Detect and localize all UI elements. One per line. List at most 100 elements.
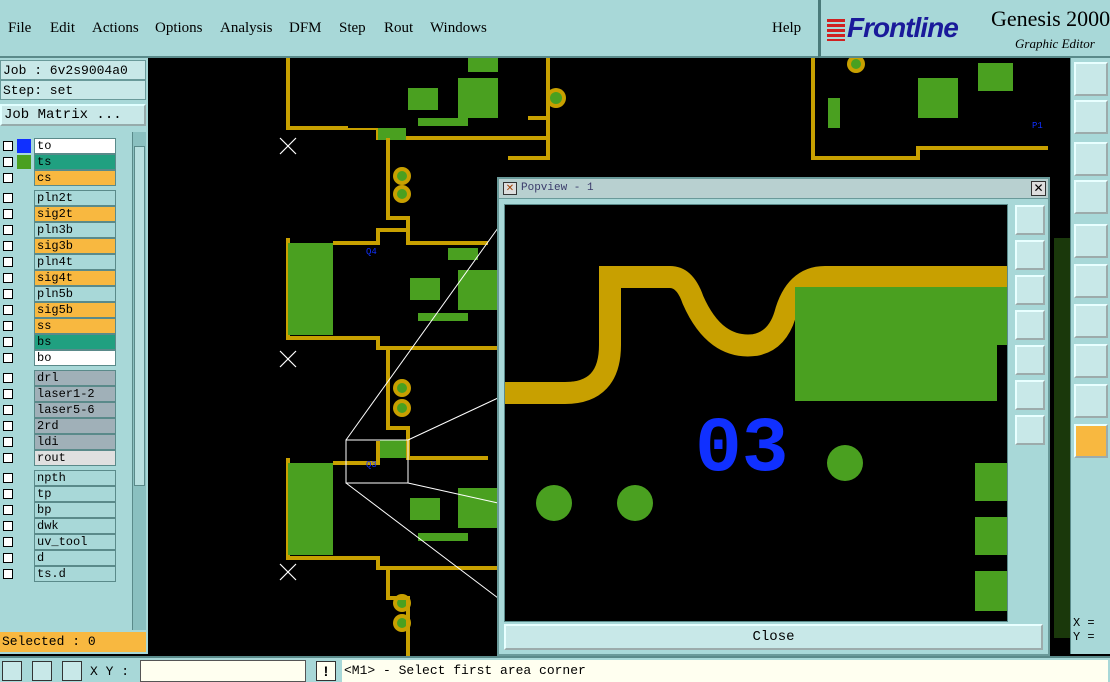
layer-row[interactable]: d (0, 550, 132, 566)
layer-row[interactable]: rout (0, 450, 132, 466)
menu-windows[interactable]: Windows (430, 20, 487, 37)
layer-name[interactable]: sig3b (34, 238, 116, 254)
zoom-out-icon[interactable] (1015, 415, 1045, 445)
layer-row[interactable]: uv_tool (0, 534, 132, 550)
layer-row[interactable]: 2rd (0, 418, 132, 434)
layer-row[interactable]: tp (0, 486, 132, 502)
layer-row[interactable]: ss (0, 318, 132, 334)
pointer-icon[interactable] (1074, 424, 1108, 458)
layer-row[interactable]: laser5-6 (0, 402, 132, 418)
layer-scrollbar[interactable] (132, 132, 146, 630)
layer-name[interactable]: sig5b (34, 302, 116, 318)
layer-row[interactable]: bo (0, 350, 132, 366)
zoom-in-icon[interactable] (1015, 380, 1045, 410)
layer-name[interactable]: laser1-2 (34, 386, 116, 402)
menu-help[interactable]: Help (772, 20, 801, 37)
layer-checkbox[interactable] (3, 489, 13, 499)
menu-analysis[interactable]: Analysis (220, 20, 273, 37)
window-menu-icon[interactable]: ✕ (503, 182, 517, 195)
menu-step[interactable]: Step (339, 20, 366, 37)
layer-row[interactable]: dwk (0, 518, 132, 534)
layer-row[interactable]: pln5b (0, 286, 132, 302)
layer-checkbox[interactable] (3, 289, 13, 299)
layer-color-swatch[interactable] (17, 139, 31, 153)
xy-input[interactable] (140, 660, 306, 682)
layer-row[interactable]: ts (0, 154, 132, 170)
grid-icon[interactable] (62, 661, 82, 681)
layer-name[interactable]: rout (34, 450, 116, 466)
layer-checkbox[interactable] (3, 353, 13, 363)
layer-name[interactable]: cs (34, 170, 116, 186)
layer-name[interactable]: ts.d (34, 566, 116, 582)
layer-checkbox[interactable] (3, 157, 13, 167)
layer-checkbox[interactable] (3, 225, 13, 235)
layer-row[interactable]: sig2t (0, 206, 132, 222)
layer-row[interactable]: drl (0, 370, 132, 386)
layer-color-swatch[interactable] (17, 155, 31, 169)
layer-name[interactable]: pln4t (34, 254, 116, 270)
pan-down-icon[interactable] (1015, 275, 1045, 305)
layer-name[interactable]: drl (34, 370, 116, 386)
layer-checkbox[interactable] (3, 273, 13, 283)
layer-name[interactable]: bp (34, 502, 116, 518)
layer-name[interactable]: pln5b (34, 286, 116, 302)
settings-icon[interactable] (1074, 180, 1108, 214)
layer-row[interactable]: sig4t (0, 270, 132, 286)
layer-row[interactable]: pln3b (0, 222, 132, 238)
measure-icon[interactable] (1074, 304, 1108, 338)
menu-edit[interactable]: Edit (50, 20, 75, 37)
layer-name[interactable]: 2rd (34, 418, 116, 434)
layer-checkbox[interactable] (3, 193, 13, 203)
layer-name[interactable]: pln2t (34, 190, 116, 206)
add-feature-icon[interactable] (1074, 224, 1108, 258)
layer-name[interactable]: bo (34, 350, 116, 366)
layer-checkbox[interactable] (3, 537, 13, 547)
layer-checkbox[interactable] (3, 389, 13, 399)
layer-checkbox[interactable] (3, 209, 13, 219)
layer-row[interactable]: sig3b (0, 238, 132, 254)
zoom-area-icon[interactable] (2, 661, 22, 681)
layer-row[interactable]: to (0, 138, 132, 154)
menu-options[interactable]: Options (155, 20, 203, 37)
layer-row[interactable]: npth (0, 470, 132, 486)
job-matrix-button[interactable]: Job Matrix ... (0, 104, 146, 126)
layer-checkbox[interactable] (3, 521, 13, 531)
layer-row[interactable]: ldi (0, 434, 132, 450)
layer-row[interactable]: bs (0, 334, 132, 350)
layer-checkbox[interactable] (3, 241, 13, 251)
layer-name[interactable]: tp (34, 486, 116, 502)
pan-right-icon[interactable] (1015, 345, 1045, 375)
pan-left-icon[interactable] (1015, 310, 1045, 340)
layer-name[interactable]: npth (34, 470, 116, 486)
connect-icon[interactable] (1074, 264, 1108, 298)
layer-checkbox[interactable] (3, 405, 13, 415)
layer-in-icon[interactable] (1074, 100, 1108, 134)
layer-checkbox[interactable] (3, 173, 13, 183)
close-icon[interactable]: ✕ (1031, 181, 1046, 196)
layer-name[interactable]: ss (34, 318, 116, 334)
scroll-thumb[interactable] (134, 146, 145, 486)
zoom-fit-icon[interactable] (1015, 205, 1045, 235)
menu-actions[interactable]: Actions (92, 20, 139, 37)
layer-checkbox[interactable] (3, 569, 13, 579)
layer-row[interactable]: bp (0, 502, 132, 518)
layer-name[interactable]: d (34, 550, 116, 566)
zoom-line-icon[interactable] (32, 661, 52, 681)
layer-row[interactable]: ts.d (0, 566, 132, 582)
layer-checkbox[interactable] (3, 257, 13, 267)
popview-titlebar[interactable]: ✕ Popview - 1 ✕ (499, 179, 1048, 199)
layer-name[interactable]: pln3b (34, 222, 116, 238)
layer-name[interactable]: to (34, 138, 116, 154)
layer-name[interactable]: sig2t (34, 206, 116, 222)
close-button[interactable]: Close (504, 624, 1043, 650)
layer-checkbox[interactable] (3, 421, 13, 431)
menu-file[interactable]: File (8, 20, 31, 37)
layer-checkbox[interactable] (3, 305, 13, 315)
layer-checkbox[interactable] (3, 321, 13, 331)
pan-up-icon[interactable] (1015, 240, 1045, 270)
menu-rout[interactable]: Rout (384, 20, 413, 37)
layer-checkbox[interactable] (3, 373, 13, 383)
layer-row[interactable]: pln4t (0, 254, 132, 270)
layer-checkbox[interactable] (3, 473, 13, 483)
layer-name[interactable]: dwk (34, 518, 116, 534)
